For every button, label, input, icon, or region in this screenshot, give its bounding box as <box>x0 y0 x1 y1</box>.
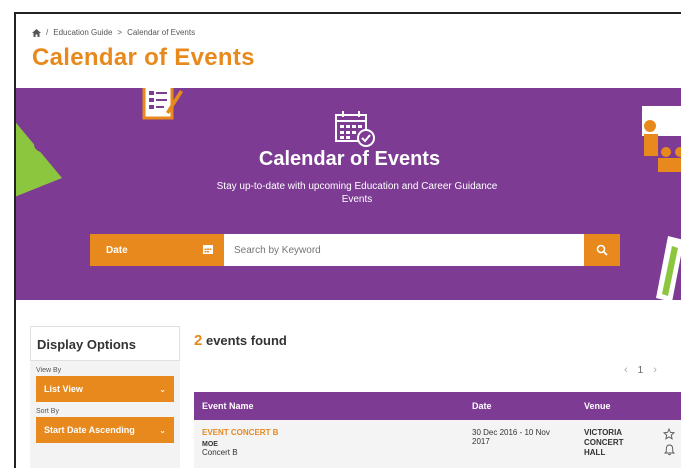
event-subtitle: Concert B <box>202 448 238 457</box>
column-header-venue[interactable]: Venue <box>576 392 655 420</box>
calendar-icon <box>203 245 213 254</box>
table-header-row: Event Name Date Venue <box>194 392 681 420</box>
star-icon[interactable] <box>663 428 675 440</box>
results-section: 2 events found ‹ 1 › Event Name Date Ven… <box>194 326 681 468</box>
event-actions <box>655 420 681 468</box>
column-header-name[interactable]: Event Name <box>194 392 464 420</box>
next-page-icon[interactable]: › <box>653 364 657 376</box>
search-button[interactable] <box>584 234 620 266</box>
search-icon <box>596 244 608 256</box>
bell-icon[interactable] <box>663 444 675 456</box>
breadcrumb-separator: / <box>46 28 49 37</box>
banner-title: Calendar of Events <box>258 148 441 170</box>
event-date: 30 Dec 2016 - 10 Nov 2017 <box>464 420 576 468</box>
chevron-down-icon: ⌄ <box>159 384 166 394</box>
view-by-select[interactable]: List View ⌄ <box>36 376 174 402</box>
display-options-panel: Display Options View By List View ⌄ Sort… <box>30 326 180 468</box>
event-name-link[interactable]: EVENT CONCERT B <box>202 428 456 437</box>
date-filter-label: Date <box>106 244 128 256</box>
view-by-label: View By <box>36 367 62 374</box>
column-header-date[interactable]: Date <box>464 392 576 420</box>
sort-by-select[interactable]: Start Date Ascending ⌄ <box>36 417 174 443</box>
keyword-search-input[interactable] <box>224 234 584 266</box>
calendar-icon <box>335 111 375 147</box>
breadcrumb-current: Calendar of Events <box>127 28 196 37</box>
display-options-title: Display Options <box>30 326 180 361</box>
breadcrumb-education-guide[interactable]: Education Guide <box>53 28 112 37</box>
event-organizer: MOE <box>202 441 218 448</box>
table-row[interactable]: EVENT CONCERT B MOE Concert B 30 Dec 201… <box>194 420 681 468</box>
home-icon[interactable] <box>32 28 41 37</box>
pagination: ‹ 1 › <box>624 364 657 376</box>
sort-by-value: Start Date Ascending <box>44 425 135 435</box>
hero-banner: Calendar of Events Stay up-to-date with … <box>16 88 681 300</box>
current-page[interactable]: 1 <box>638 365 644 376</box>
event-venue: VICTORIA CONCERT HALL <box>576 420 655 468</box>
events-table: Event Name Date Venue EVENT CONCERT B MO… <box>194 392 681 468</box>
pencil-decoration-icon <box>656 236 681 300</box>
event-search-bar: Date <box>90 234 620 266</box>
breadcrumb: / Education Guide > Calendar of Events <box>32 28 195 37</box>
results-count: 2 events found <box>194 332 681 349</box>
results-count-number: 2 <box>194 332 203 349</box>
banner-subtitle: Stay up-to-date with upcoming Education … <box>216 181 498 205</box>
sort-by-label: Sort By <box>36 408 59 415</box>
page-title: Calendar of Events <box>32 44 255 71</box>
date-filter-button[interactable]: Date <box>90 234 224 266</box>
chevron-down-icon: ⌄ <box>159 425 166 435</box>
prev-page-icon[interactable]: ‹ <box>624 364 628 376</box>
event-name-cell: EVENT CONCERT B MOE Concert B <box>194 420 464 468</box>
document-icon <box>142 88 183 120</box>
page-frame: / Education Guide > Calendar of Events C… <box>14 12 681 468</box>
view-by-value: List View <box>44 384 83 394</box>
breadcrumb-separator: > <box>117 28 123 37</box>
column-header-actions <box>655 392 681 420</box>
results-count-suffix: events found <box>205 333 287 348</box>
